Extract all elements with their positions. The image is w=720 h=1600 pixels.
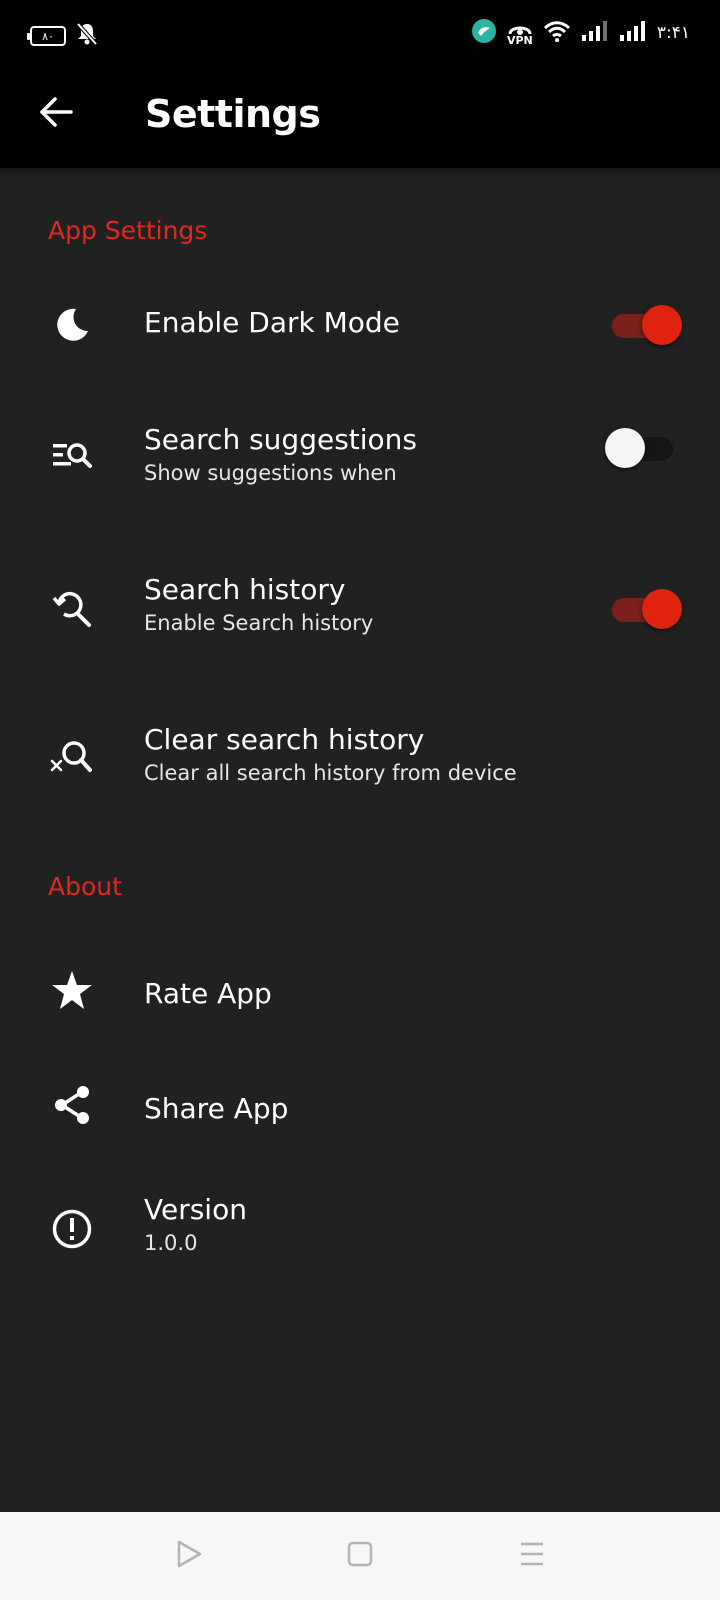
search-history-toggle[interactable] xyxy=(610,589,684,629)
section-header-app-settings: App Settings xyxy=(48,216,208,245)
app-notification-icon xyxy=(471,18,497,48)
about-version: Version 1.0.0 xyxy=(0,1175,720,1275)
setting-subtitle: Clear all search history from device xyxy=(144,761,517,785)
status-right-icons: VPN ۳:۴۱ xyxy=(471,18,690,48)
setting-search-suggestions[interactable]: Search suggestions Show suggestions when xyxy=(0,405,720,505)
signal-icon-1 xyxy=(581,20,609,46)
status-clock: ۳:۴۱ xyxy=(656,23,690,43)
search-clear-icon xyxy=(48,735,96,783)
nav-back-button[interactable] xyxy=(165,1532,213,1580)
setting-clear-search-history[interactable]: Clear search history Clear all search hi… xyxy=(0,705,720,805)
setting-search-history[interactable]: Search history Enable Search history xyxy=(0,555,720,655)
about-title: Rate App xyxy=(144,977,272,1010)
battery-icon: ۸۰ xyxy=(27,26,66,46)
section-header-about: About xyxy=(48,872,122,901)
arrow-back-icon xyxy=(38,94,74,134)
setting-subtitle: Enable Search history xyxy=(144,611,374,635)
back-button[interactable] xyxy=(32,90,80,138)
bell-off-icon xyxy=(76,22,98,50)
recents-menu-icon xyxy=(518,1540,546,1572)
page-title: Settings xyxy=(145,92,321,136)
toggle-thumb xyxy=(642,589,682,629)
back-triangle-icon xyxy=(175,1539,203,1573)
battery-level: ۸۰ xyxy=(42,29,54,43)
toggle-thumb xyxy=(605,428,645,468)
app-bar: Settings xyxy=(0,70,720,168)
status-bar: ۸۰ VPN ۳:۴۱ xyxy=(0,0,720,70)
star-icon xyxy=(48,966,96,1014)
version-number: 1.0.0 xyxy=(144,1231,198,1255)
about-title: Share App xyxy=(144,1092,289,1125)
about-rate-app[interactable]: Rate App xyxy=(0,945,720,1035)
setting-title: Enable Dark Mode xyxy=(144,306,400,339)
vpn-icon: VPN xyxy=(507,21,533,46)
setting-title: Search suggestions xyxy=(144,423,418,456)
setting-title: Clear search history xyxy=(144,723,425,756)
about-title: Version xyxy=(144,1193,247,1226)
app-bar-shadow xyxy=(0,168,720,176)
system-nav-bar xyxy=(0,1512,720,1600)
dark-mode-toggle[interactable] xyxy=(610,305,684,345)
share-icon xyxy=(48,1081,96,1129)
setting-title: Search history xyxy=(144,573,346,606)
search-list-icon xyxy=(48,432,96,480)
home-square-icon xyxy=(346,1540,374,1572)
setting-dark-mode[interactable]: Enable Dark Mode xyxy=(0,280,720,370)
vpn-label: VPN xyxy=(506,33,533,47)
nav-home-button[interactable] xyxy=(336,1532,384,1580)
moon-icon xyxy=(48,301,96,349)
info-icon xyxy=(48,1205,96,1253)
wifi-icon xyxy=(543,19,571,47)
status-left-icons: ۸۰ xyxy=(27,22,98,50)
search-history-icon xyxy=(48,585,96,633)
search-suggestions-toggle[interactable] xyxy=(605,428,679,468)
about-share-app[interactable]: Share App xyxy=(0,1060,720,1150)
setting-subtitle: Show suggestions when xyxy=(144,461,397,485)
nav-recents-button[interactable] xyxy=(508,1532,556,1580)
signal-icon-2 xyxy=(619,20,647,46)
toggle-thumb xyxy=(642,305,682,345)
